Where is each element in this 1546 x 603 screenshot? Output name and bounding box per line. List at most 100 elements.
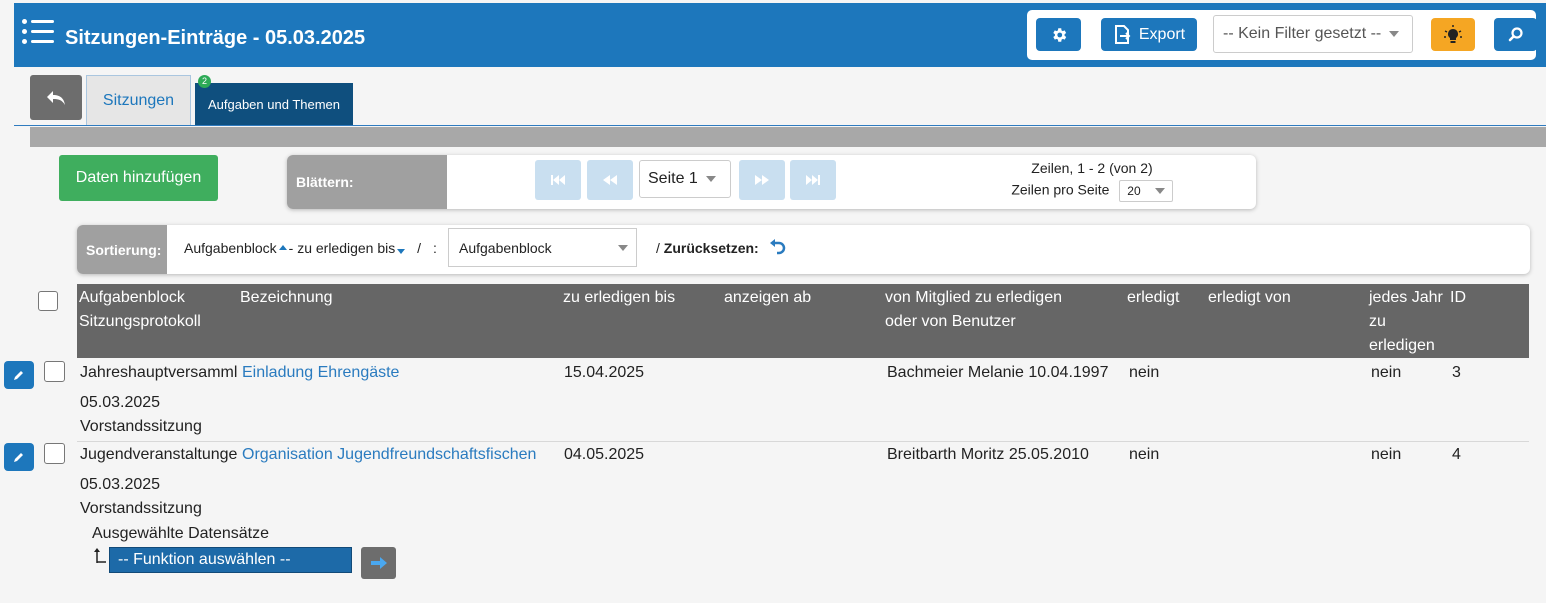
execute-button[interactable] xyxy=(361,547,396,579)
table-header: Aufgabenblock Sitzungsprotokoll Bezeichn… xyxy=(77,284,1529,358)
reset-separator: / xyxy=(656,240,660,256)
chevron-down-icon xyxy=(705,176,716,182)
toolbar: Export -- Kein Filter gesetzt -- xyxy=(1027,10,1537,60)
col-bezeichnung[interactable]: Bezeichnung xyxy=(240,286,333,310)
filter-value: -- Kein Filter gesetzt -- xyxy=(1223,25,1382,42)
chevron-down-icon xyxy=(1389,31,1400,37)
col-zu-erledigen-bis[interactable]: zu erledigen bis xyxy=(563,286,675,310)
page-select[interactable]: Seite 1 xyxy=(639,160,731,198)
table-row: Jahreshauptversamml 05.03.2025 Vorstands… xyxy=(77,361,1529,441)
col-jedes-jahr[interactable]: jedes Jahr xyxy=(1369,286,1443,310)
edit-button[interactable] xyxy=(4,361,34,389)
undo-icon xyxy=(770,239,786,255)
tab-underline xyxy=(14,125,1546,126)
edit-button[interactable] xyxy=(4,443,34,471)
cell-jedes-jahr: nein xyxy=(1371,364,1402,381)
gear-icon xyxy=(1052,27,1066,42)
reset-area: / Zurücksetzen: xyxy=(656,240,759,256)
search-button[interactable] xyxy=(1494,18,1537,51)
tab-sitzungen[interactable]: Sitzungen xyxy=(86,75,191,125)
col-erledigt-von[interactable]: erledigt von xyxy=(1208,286,1291,310)
arrow-right-icon xyxy=(370,557,387,569)
chevron-down-icon xyxy=(1154,188,1165,194)
search-icon xyxy=(1508,26,1523,41)
rows-per-page-label: Zeilen pro Seite xyxy=(1011,181,1110,198)
sort-select-value: Aufgabenblock xyxy=(459,239,552,256)
reset-button[interactable] xyxy=(769,239,787,264)
corner-arrow-icon xyxy=(94,548,106,563)
prev-page-button[interactable] xyxy=(587,160,633,200)
cell-bezeichnung-link[interactable]: Einladung Ehrengäste xyxy=(242,361,399,385)
fast-forward-icon xyxy=(755,175,769,185)
export-button[interactable]: Export xyxy=(1101,18,1197,51)
sort-field-aufgabenblock[interactable]: Aufgabenblock xyxy=(184,240,277,256)
cell-sitzung-type: Vorstandssitzung xyxy=(80,418,202,435)
pager-label: Blättern: xyxy=(287,155,447,209)
next-page-button[interactable] xyxy=(739,160,785,200)
col-anzeigen-ab[interactable]: anzeigen ab xyxy=(724,286,811,310)
chevron-down-icon xyxy=(618,244,628,251)
sort-colon: : xyxy=(432,240,437,256)
page-select-value: Seite 1 xyxy=(648,170,698,187)
sort-field-select[interactable]: Aufgabenblock xyxy=(448,228,637,267)
selected-records-label: Ausgewählte Datensätze xyxy=(92,525,269,542)
pencil-icon xyxy=(14,453,23,462)
cell-zu-erledigen: 15.04.2025 xyxy=(564,364,645,381)
cell-mitglied: Breitbarth Moritz 25.05.2010 xyxy=(887,446,1089,463)
last-page-icon xyxy=(806,175,820,185)
col-aufgabenblock[interactable]: Aufgabenblock xyxy=(79,286,201,310)
lightbulb-icon xyxy=(1444,24,1462,43)
reset-label: Zurücksetzen: xyxy=(663,240,759,256)
cell-erledigt: nein xyxy=(1129,364,1160,381)
col-sitzungsprotokoll[interactable]: Sitzungsprotokoll xyxy=(79,310,201,334)
cell-aufgabenblock: Jahreshauptversamml xyxy=(80,364,238,381)
cell-aufgabenblock: Jugendveranstaltunge xyxy=(80,446,238,463)
filter-select[interactable]: -- Kein Filter gesetzt -- xyxy=(1213,15,1413,53)
cell-id: 4 xyxy=(1452,446,1461,463)
cell-sitzung-date: 05.03.2025 xyxy=(80,394,161,411)
settings-button[interactable] xyxy=(1036,18,1081,51)
page-title: Sitzungen-Einträge - 05.03.2025 xyxy=(65,27,366,49)
row-checkbox[interactable] xyxy=(44,361,65,382)
sort-field-zu-erledigen[interactable]: - zu erledigen bis xyxy=(289,240,396,256)
last-page-button[interactable] xyxy=(790,160,836,200)
rows-per-page-value: 20 xyxy=(1127,184,1141,198)
row-divider xyxy=(77,441,1529,442)
rows-info: Zeilen, 1 - 2 (von 2) Zeilen pro Seite 2… xyxy=(967,160,1217,202)
sort-bar: Sortierung: Aufgabenblock - zu erledigen … xyxy=(77,225,1530,274)
reply-back-icon xyxy=(47,90,65,105)
first-page-button[interactable] xyxy=(535,160,581,200)
cell-erledigt: nein xyxy=(1129,446,1160,463)
cell-bezeichnung-link[interactable]: Organisation Jugendfreundschaftsfischen xyxy=(242,443,536,467)
sort-criteria: Aufgabenblock - zu erledigen bis / : xyxy=(184,240,437,256)
select-all-checkbox[interactable] xyxy=(38,291,58,311)
lightbulb-button[interactable] xyxy=(1431,18,1475,51)
back-button[interactable] xyxy=(30,75,82,120)
table-row: Jugendveranstaltunge 05.03.2025 Vorstand… xyxy=(77,443,1529,523)
sort-asc-icon[interactable] xyxy=(278,245,287,250)
tabs-row: Sitzungen Aufgaben und Themen 2 xyxy=(0,70,1546,130)
col-jedes-jahr-zu: zu xyxy=(1369,313,1386,330)
sort-desc-icon[interactable] xyxy=(397,249,406,254)
cell-mitglied: Bachmeier Melanie 10.04.1997 xyxy=(887,364,1109,381)
cell-zu-erledigen: 04.05.2025 xyxy=(564,446,645,463)
tab-aufgaben-und-themen[interactable]: Aufgaben und Themen xyxy=(195,83,353,126)
sort-label: Sortierung: xyxy=(77,225,167,274)
add-data-button[interactable]: Daten hinzufügen xyxy=(59,155,218,201)
col-id[interactable]: ID xyxy=(1450,286,1466,310)
file-export-icon xyxy=(1114,24,1131,44)
col-mitglied[interactable]: von Mitglied zu erledigen xyxy=(885,286,1062,310)
col-erledigt[interactable]: erledigt xyxy=(1127,286,1179,310)
pager: Blättern: Seite 1 Zeilen, 1 - 2 (von 2) … xyxy=(287,155,1256,209)
function-select[interactable]: -- Funktion auswählen -- xyxy=(109,547,352,573)
row-checkbox[interactable] xyxy=(44,443,65,464)
count-badge: 2 xyxy=(198,75,211,88)
rows-per-page-select[interactable]: 20 xyxy=(1119,180,1173,202)
cell-sitzung-type: Vorstandssitzung xyxy=(80,500,202,517)
list-menu-icon[interactable] xyxy=(22,17,54,47)
rows-range: Zeilen, 1 - 2 (von 2) xyxy=(1031,160,1153,176)
rewind-icon xyxy=(603,175,617,185)
cell-jedes-jahr: nein xyxy=(1371,446,1402,463)
first-page-icon xyxy=(551,175,565,185)
col-benutzer[interactable]: oder von Benutzer xyxy=(885,310,1062,334)
